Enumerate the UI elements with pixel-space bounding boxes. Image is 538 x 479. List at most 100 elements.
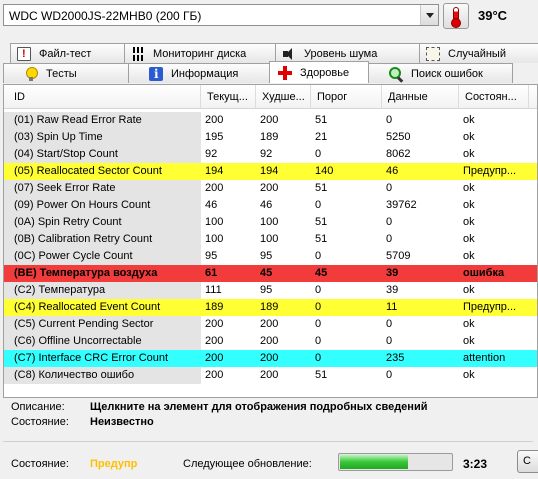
worst-value: 46	[260, 199, 273, 211]
threshold-value: 140	[315, 165, 334, 177]
status-value: ok	[463, 148, 475, 160]
current-value: 200	[205, 369, 224, 381]
table-row[interactable]: (0A) Spin Retry Count 100 100 51 0 ok	[4, 214, 537, 231]
status-value: ok	[463, 318, 475, 330]
current-value: 189	[205, 301, 224, 313]
table-row[interactable]: (09) Power On Hours Count 46 46 0 39762 ok	[4, 197, 537, 214]
threshold-value: 51	[315, 114, 328, 126]
table-row[interactable]: (BE) Температура воздуха 61 45 45 39 ошибка	[4, 265, 537, 282]
worst-value: 194	[260, 165, 279, 177]
tab-file-test[interactable]: Файл-тест	[10, 43, 125, 63]
tab-label: Информация	[171, 67, 239, 80]
raw-data-value: 39762	[386, 199, 417, 211]
worst-value: 200	[260, 182, 279, 194]
current-value: 61	[205, 267, 218, 279]
current-value: 200	[205, 114, 224, 126]
tab-row-top: Файл-тест Мониторинг диска Уровень шума …	[10, 43, 538, 63]
tab-information[interactable]: Информация	[128, 63, 270, 83]
column-header-id[interactable]: ID	[4, 85, 201, 109]
current-value: 200	[205, 318, 224, 330]
table-row[interactable]: (C4) Reallocated Event Count 189 189 0 11 Пре…	[4, 299, 537, 316]
table-row[interactable]: (0C) Power Cycle Count 95 95 0 5709 ok	[4, 248, 537, 265]
attribute-name: (C4) Reallocated Event Count	[4, 299, 201, 316]
raw-data-value: 11	[386, 301, 398, 313]
status-value: ok	[463, 250, 475, 262]
tab-health[interactable]: Здоровье	[269, 61, 369, 83]
table-row[interactable]: (07) Seek Error Rate 200 200 51 0 ok	[4, 180, 537, 197]
attribute-name: (05) Reallocated Sector Count	[4, 163, 201, 180]
tab-error-scan[interactable]: Поиск ошибок	[368, 63, 513, 83]
tab-row-bottom: Тесты Информация Здоровье Поиск ошибок	[3, 61, 513, 83]
threshold-value: 51	[315, 369, 328, 381]
worst-value: 189	[260, 131, 279, 143]
lightbulb-icon	[24, 66, 38, 81]
threshold-value: 0	[315, 250, 322, 262]
update-progress-fill	[340, 455, 408, 469]
column-header-raw-data[interactable]: Данные	[382, 85, 459, 109]
worst-value: 45	[260, 267, 273, 279]
table-row[interactable]: (C7) Interface CRC Error Count 200 200 0 235…	[4, 350, 537, 367]
table-row[interactable]: (03) Spin Up Time 195 189 21 5250 ok	[4, 129, 537, 146]
column-header-worst[interactable]: Худше...	[256, 85, 311, 109]
table-row[interactable]: (C6) Offline Uncorrectable 200 200 0 0 ok	[4, 333, 537, 350]
status-value: ok	[463, 335, 475, 347]
current-value: 111	[205, 284, 222, 296]
table-row[interactable]: (04) Start/Stop Count 92 92 0 8062 ok	[4, 146, 537, 163]
table-row[interactable]: (05) Reallocated Sector Count 194 194 140 46…	[4, 163, 537, 180]
table-row[interactable]: (C5) Current Pending Sector 200 200 0 0 ok	[4, 316, 537, 333]
divider	[3, 441, 533, 442]
status-value: ok	[463, 131, 475, 143]
status-value: ok	[463, 182, 475, 194]
table-row[interactable]: (C2) Температура 111 95 0 39 ok	[4, 282, 537, 299]
attribute-name: (04) Start/Stop Count	[4, 146, 201, 163]
attribute-name: (C6) Offline Uncorrectable	[4, 333, 201, 350]
current-value: 200	[205, 182, 224, 194]
smart-table[interactable]: ID Текущ... Худше... Порог Данные Состоя…	[3, 84, 538, 398]
tab-label: Поиск ошибок	[411, 67, 483, 80]
current-value: 46	[205, 199, 218, 211]
worst-value: 95	[260, 284, 273, 296]
raw-data-value: 46	[386, 165, 399, 177]
table-row[interactable]: (C8) Количество ошибо 200 200 51 0 ok	[4, 367, 537, 384]
column-header-threshold[interactable]: Порог	[311, 85, 382, 109]
update-progress-bar	[338, 453, 453, 471]
threshold-value: 45	[315, 267, 328, 279]
current-value: 200	[205, 352, 224, 364]
test-file-icon	[17, 46, 31, 61]
description-label: Описание:	[11, 401, 65, 413]
tab-disk-monitoring[interactable]: Мониторинг диска	[124, 43, 276, 63]
tab-noise-level[interactable]: Уровень шума	[275, 43, 420, 63]
chevron-down-icon[interactable]	[420, 5, 438, 25]
raw-data-value: 0	[386, 233, 393, 245]
table-header: ID Текущ... Худше... Порог Данные Состоя…	[4, 85, 537, 109]
footer-button[interactable]: C	[517, 450, 538, 473]
drive-select[interactable]: WDC WD2000JS-22MHB0 (200 ГБ)	[3, 4, 439, 26]
worst-value: 189	[260, 301, 279, 313]
current-value: 200	[205, 335, 224, 347]
worst-value: 200	[260, 114, 279, 126]
worst-value: 200	[260, 369, 279, 381]
description-value: Щелкните на элемент для отображения подр…	[90, 401, 428, 413]
column-header-current[interactable]: Текущ...	[201, 85, 256, 109]
status-value: ошибка	[463, 267, 505, 279]
drive-toolbar: WDC WD2000JS-22MHB0 (200 ГБ) 39°C	[0, 0, 538, 34]
column-header-status[interactable]: Состоян...	[459, 85, 529, 109]
tab-tests[interactable]: Тесты	[3, 63, 129, 83]
speaker-icon	[282, 47, 296, 61]
thermometer-bulb	[451, 18, 461, 28]
update-countdown: 3:23	[463, 457, 488, 471]
state-value: Неизвестно	[90, 416, 154, 428]
attribute-name: (C8) Количество ошибо	[4, 367, 201, 384]
table-row[interactable]: (01) Raw Read Error Rate 200 200 51 0 ok	[4, 112, 537, 129]
status-value: Предупр...	[463, 165, 517, 177]
temperature-button[interactable]	[443, 3, 469, 29]
current-value: 194	[205, 165, 224, 177]
threshold-value: 51	[315, 182, 328, 194]
tab-random[interactable]: Случайный	[419, 43, 538, 63]
raw-data-value: 0	[386, 335, 393, 347]
magnifier-icon	[389, 66, 403, 81]
status-value: ok	[463, 233, 475, 245]
threshold-value: 51	[315, 216, 328, 228]
table-row[interactable]: (0B) Calibration Retry Count 100 100 51 0 ok	[4, 231, 537, 248]
raw-data-value: 0	[386, 216, 393, 228]
